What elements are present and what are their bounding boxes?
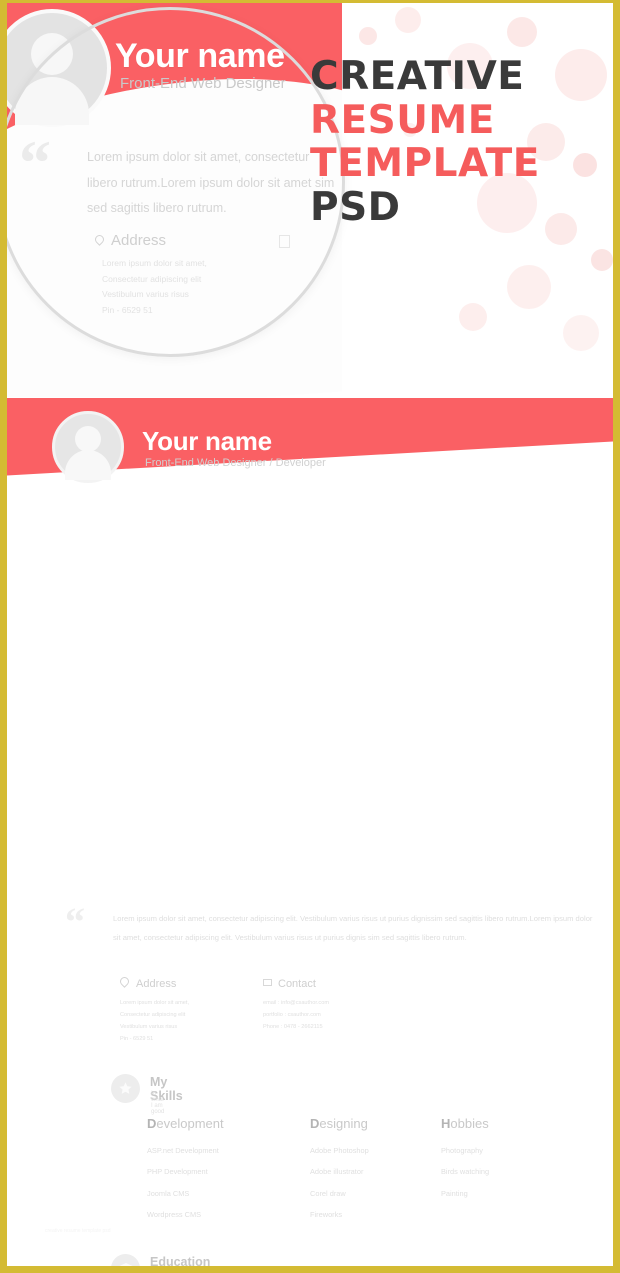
address-line: Lorem ipsum dolor sit amet, — [120, 1000, 190, 1006]
resume-summary-text: Lorem ipsum dolor sit amet, consectetur … — [113, 914, 593, 942]
skills-column-title-rest: esigning — [319, 1116, 368, 1131]
address-line: Consectetur adipiscing elit — [102, 273, 202, 284]
preview-address-heading-label: Address — [111, 232, 167, 249]
skills-column-hobbies: Hobbies Photography Birds watching Paint… — [441, 1116, 591, 1211]
hero-preview-section: Your name Front-End Web Designer “ Lorem… — [7, 3, 613, 398]
envelope-icon — [263, 979, 272, 986]
bokeh-circle — [563, 315, 599, 351]
preview-address-lines: Lorem ipsum dolor sit amet, Consectetur … — [102, 256, 252, 319]
skill-item: Painting — [441, 1188, 468, 1198]
quote-mark-icon: “ — [19, 127, 51, 198]
contact-portfolio[interactable]: portfolio : csauthor.com — [263, 1009, 433, 1021]
title-line-resume: RESUME — [310, 97, 495, 143]
bokeh-circle — [459, 303, 487, 331]
address-line: Vestibulum varius risus — [120, 1024, 178, 1031]
resume-contact-block: Contact email : info@csauthor.com portfo… — [263, 978, 433, 1033]
skill-item: Corel draw — [310, 1188, 346, 1198]
resume-address-block: Address Lorem ipsum dolor sit amet, Cons… — [118, 975, 250, 1045]
title-line-creative: CREATIVE — [310, 54, 525, 99]
skill-item: Birds watching — [441, 1167, 490, 1177]
resume-role: Front-End Web Designer / Developer — [145, 457, 326, 469]
resume-name: Your name — [142, 426, 272, 456]
star-icon — [111, 1074, 140, 1103]
avatar-body-shape — [65, 450, 111, 480]
contact-heading: Contact — [263, 978, 433, 990]
skills-list: Photography Birds watching Painting — [441, 1146, 591, 1198]
bokeh-circle — [395, 7, 421, 33]
address-line: Pin - 6529 51 — [102, 305, 153, 316]
quote-mark-icon: “ — [65, 899, 85, 944]
avatar-head-shape — [31, 33, 73, 75]
bokeh-circle — [591, 249, 613, 271]
address-line: Vestibulum varius risus — [102, 289, 189, 300]
skills-column-designing: Designing Adobe Photoshop Adobe illustra… — [310, 1116, 460, 1233]
skill-item: Fireworks — [310, 1210, 343, 1220]
skills-subheading: In what I am good — [151, 1091, 165, 1115]
bokeh-circle — [507, 17, 537, 47]
resume-avatar — [52, 411, 124, 483]
title-line-psd: PSD — [310, 185, 401, 231]
skill-item: Joomla CMS — [147, 1188, 190, 1198]
contact-lines: email : info@csauthor.com portfolio : cs… — [263, 997, 433, 1033]
skill-item: PHP Development — [147, 1167, 208, 1177]
skills-column-title: Development — [147, 1116, 224, 1131]
address-line: Consectetur adipiscing elit — [120, 1012, 186, 1019]
footer-note: creative resume template psd — [45, 1228, 111, 1234]
poster-frame: Your name Front-End Web Designer “ Lorem… — [0, 0, 620, 1273]
skills-column-title-rest: evelopment — [156, 1116, 224, 1131]
preview-role: Front-End Web Designer — [120, 75, 286, 92]
bokeh-circle — [507, 265, 551, 309]
address-heading: Address — [118, 975, 250, 990]
skills-list: Adobe Photoshop Adobe illustrator Corel … — [310, 1147, 460, 1219]
education-heading: Education — [150, 1255, 211, 1266]
graduation-cap-icon — [111, 1254, 140, 1266]
contact-heading-label: Contact — [278, 978, 316, 990]
location-pin-icon — [118, 975, 131, 988]
location-pin-icon — [93, 233, 106, 246]
skills-column-development: Development ASP.net Development PHP Deve… — [147, 1116, 297, 1233]
resume-page: Your name Front-End Web Designer / Devel… — [7, 398, 613, 1266]
title-line-template: TEMPLATE — [310, 141, 540, 187]
skills-column-title: Hobbies — [441, 1116, 489, 1131]
address-line: Lorem ipsum dolor sit amet, — [102, 258, 207, 268]
skills-list: ASP.net Development PHP Development Joom… — [147, 1147, 297, 1219]
skills-column-title-rest: obbies — [450, 1116, 489, 1131]
avatar-head-shape — [75, 426, 101, 452]
contact-email[interactable]: email : info@csauthor.com — [263, 997, 433, 1009]
skills-column-title: Designing — [310, 1116, 368, 1131]
poster-title: CREATIVE RESUME TEMPLATE PSD — [310, 55, 595, 230]
skill-item: Photography — [441, 1146, 483, 1155]
skill-item: Wordpress CMS — [147, 1210, 202, 1220]
avatar-body-shape — [15, 77, 89, 125]
preview-name: Your name — [115, 37, 285, 75]
contact-envelope-icon — [279, 235, 290, 248]
preview-quote: Lorem ipsum dolor sit amet, consectetur … — [87, 150, 335, 216]
address-line: Pin - 6529 51 — [120, 1036, 154, 1043]
bokeh-circle — [359, 27, 377, 45]
skill-item: Adobe Photoshop — [310, 1146, 369, 1155]
address-lines: Lorem ipsum dolor sit amet, Consectetur … — [120, 997, 250, 1045]
skill-item: Adobe illustrator — [310, 1167, 364, 1177]
magnified-resume-preview: Your name Front-End Web Designer “ Lorem… — [7, 3, 342, 397]
address-heading-label: Address — [136, 978, 177, 990]
skill-item: ASP.net Development — [147, 1146, 219, 1155]
preview-address-heading: Address — [93, 232, 167, 249]
contact-phone: Phone : 0478 - 2662115 — [263, 1024, 323, 1031]
